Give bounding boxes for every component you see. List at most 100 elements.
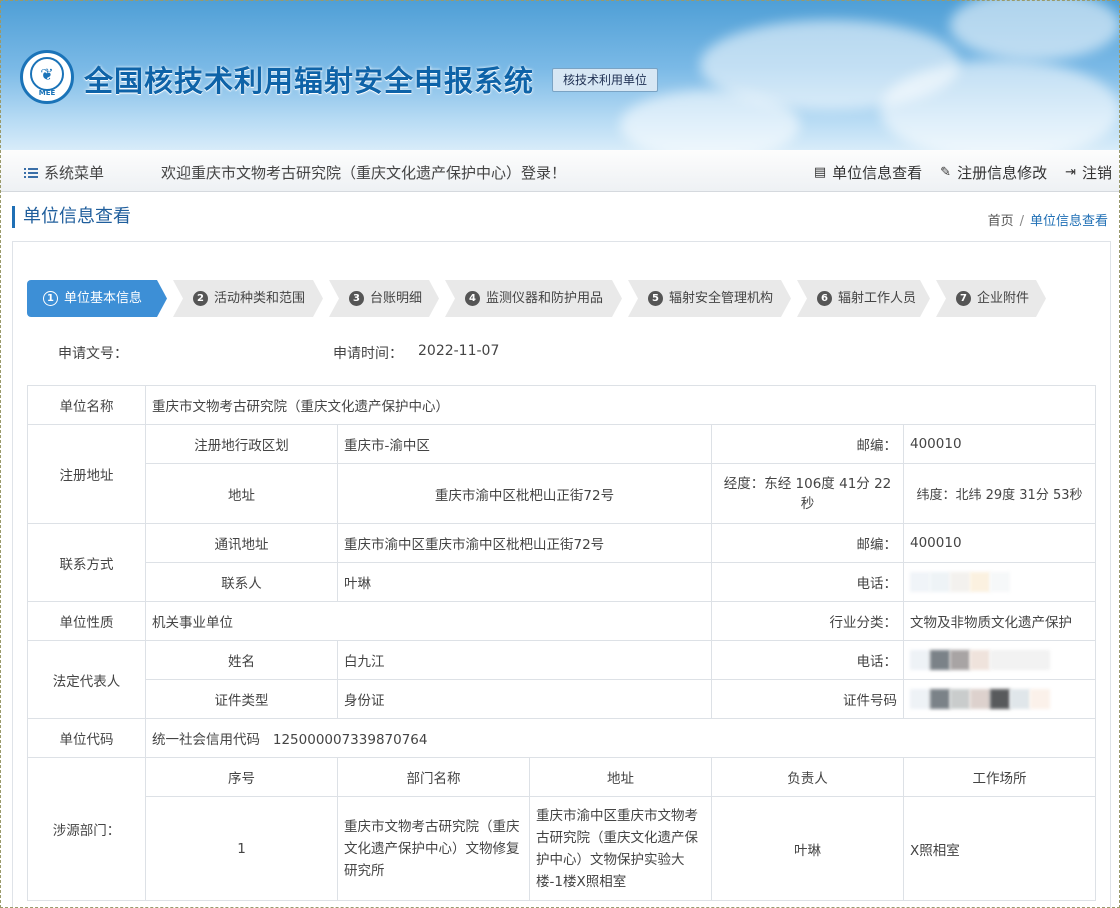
phone-label: 电话： [711, 640, 904, 680]
welcome-message: 欢迎重庆市文物考古研究院（重庆文化遗产保护中心）登录！ [161, 164, 567, 182]
tab-enterprise-attachments[interactable]: 7 企业附件 [936, 280, 1046, 317]
longitude-value: 经度：东经 106度 41分 22秒 [711, 463, 904, 524]
system-title: 全国核技术利用辐射安全申报系统 [84, 64, 535, 98]
table-row: 法定代表人 姓名 白九江 电话： [27, 640, 1096, 719]
edit-registration-label: 注册信息修改 [957, 164, 1048, 182]
unit-code-value: 统一社会信用代码 125000007339870764 [145, 718, 1096, 758]
postcode-label: 邮编： [711, 424, 904, 464]
apply-time-label: 申请时间： [333, 346, 403, 362]
logout-icon: ⇥ [1065, 165, 1076, 180]
logo-text: MEE [38, 89, 56, 97]
address-label: 地址 [145, 463, 338, 524]
contact-person-label: 联系人 [145, 562, 338, 602]
system-menu-button[interactable]: 系统菜单 [24, 162, 104, 183]
unit-info-table: 单位名称 重庆市文物考古研究院（重庆文化遗产保护中心） 注册地址 注册地行政区划… [27, 385, 1096, 901]
id-no-redacted [903, 679, 1096, 719]
dept-row-address: 重庆市渝中区重庆市文物考古研究院（重庆文化遗产保护中心）文物保护实验大楼-1楼X… [529, 796, 712, 901]
apply-time-value: 2022-11-07 [418, 343, 500, 359]
tab-activity-scope[interactable]: 2 活动种类和范围 [173, 280, 323, 317]
step-label: 监测仪器和防护用品 [486, 291, 604, 306]
dept-row-no: 1 [145, 796, 338, 901]
table-row: 1 重庆市文物考古研究院（重庆文化遗产保护中心）文物修复研究所 重庆市渝中区重庆… [28, 796, 1096, 901]
tab-radiation-safety-org[interactable]: 5 辐射安全管理机构 [628, 280, 791, 317]
tab-ledger-detail[interactable]: 3 台账明细 [329, 280, 439, 317]
id-type-label: 证件类型 [145, 679, 338, 719]
dept-header-leader: 负责人 [711, 757, 904, 797]
table-row: 地址 重庆市渝中区枇杷山正街72号 经度：东经 106度 41分 22秒 纬度：… [28, 463, 1096, 524]
dept-header-workplace: 工作场所 [903, 757, 1096, 797]
step-number: 7 [956, 291, 971, 306]
dept-row-leader: 叶琳 [711, 796, 904, 901]
tab-monitoring-equipment[interactable]: 4 监测仪器和防护用品 [445, 280, 622, 317]
tab-unit-basic-info[interactable]: 1 单位基本信息 [27, 280, 167, 317]
pencil-icon: ✎ [940, 165, 952, 180]
step-number: 4 [465, 291, 480, 306]
document-icon: ▤ [813, 165, 827, 180]
page-title: 单位信息查看 [12, 206, 131, 228]
doc-no-label: 申请文号： [58, 346, 128, 362]
legal-name-value: 白九江 [337, 640, 712, 680]
credit-code-value: 125000007339870764 [272, 732, 428, 748]
credit-code-label: 统一社会信用代码 [152, 732, 260, 748]
header-banner: ❦ MEE 全国核技术利用辐射安全申报系统 核技术利用单位 [0, 0, 1120, 150]
mail-address-label: 通讯地址 [145, 523, 338, 563]
step-tabs: 1 单位基本信息 2 活动种类和范围 3 台账明细 4 监测仪器和防护用品 5 … [27, 280, 1052, 317]
logout-link[interactable]: ⇥ 注销 [1065, 162, 1112, 183]
contact-phone-redacted [903, 562, 1096, 602]
logout-label: 注销 [1081, 164, 1112, 182]
legal-rep-label: 法定代表人 [27, 640, 146, 719]
latitude-value: 纬度：北纬 29度 31分 53秒 [903, 463, 1096, 524]
table-row: 注册地址 注册地行政区划 重庆市-渝中区 邮编： 400010 [27, 424, 1096, 524]
breadcrumb-home[interactable]: 首页 [988, 214, 1014, 229]
table-row: 单位性质 机关事业单位 行业分类： 文物及非物质文化遗产保护 [27, 601, 1096, 641]
id-no-label: 证件号码 [711, 679, 904, 719]
table-row: 单位代码 统一社会信用代码 125000007339870764 [27, 718, 1096, 758]
admin-region-value: 重庆市-渝中区 [337, 424, 712, 464]
address-value: 重庆市渝中区枇杷山正街72号 [337, 463, 712, 524]
unit-type-badge: 核技术利用单位 [552, 68, 659, 92]
contact-label: 联系方式 [27, 523, 146, 602]
breadcrumb-current: 单位信息查看 [1029, 214, 1108, 229]
unit-name-label: 单位名称 [27, 385, 146, 425]
postcode-label: 邮编： [711, 523, 904, 563]
table-row: 证件类型 身份证 证件号码 [28, 679, 1096, 719]
dept-header-address: 地址 [529, 757, 712, 797]
dept-row-workplace: X照相室 [903, 796, 1096, 901]
dept-header-no: 序号 [145, 757, 338, 797]
reg-address-label: 注册地址 [27, 424, 146, 524]
dept-row-name: 重庆市文物考古研究院（重庆文化遗产保护中心）文物修复研究所 [337, 796, 530, 901]
step-number: 5 [648, 291, 663, 306]
list-icon [24, 167, 38, 179]
phone-label: 电话： [711, 562, 904, 602]
unit-nature-value: 机关事业单位 [145, 601, 712, 641]
unit-name-value: 重庆市文物考古研究院（重庆文化遗产保护中心） [145, 385, 1096, 425]
dept-header-name: 部门名称 [337, 757, 530, 797]
tab-radiation-workers[interactable]: 6 辐射工作人员 [797, 280, 930, 317]
postcode-value: 400010 [903, 424, 1096, 464]
table-row: 涉源部门： 序号 部门名称 地址 负责人 工作场所 [27, 757, 1096, 901]
mail-address-value: 重庆市渝中区重庆市渝中区枇杷山正街72号 [337, 523, 712, 563]
industry-label: 行业分类： [711, 601, 904, 641]
dept-label: 涉源部门： [27, 757, 146, 901]
unit-code-label: 单位代码 [27, 718, 146, 758]
industry-value: 文物及非物质文化遗产保护 [903, 601, 1096, 641]
step-label: 单位基本信息 [64, 291, 143, 306]
table-row: 联系方式 通讯地址 重庆市渝中区重庆市渝中区枇杷山正街72号 邮编： 40001… [27, 523, 1096, 602]
table-row: 联系人 叶琳 电话： [28, 562, 1096, 602]
edit-registration-link[interactable]: ✎ 注册信息修改 [940, 162, 1047, 183]
postcode-value: 400010 [903, 523, 1096, 563]
step-label: 活动种类和范围 [214, 291, 306, 306]
system-menu-label: 系统菜单 [44, 164, 105, 182]
id-type-value: 身份证 [337, 679, 712, 719]
step-number: 6 [817, 291, 832, 306]
legal-phone-redacted [903, 640, 1096, 680]
step-label: 辐射安全管理机构 [669, 291, 774, 306]
step-label: 辐射工作人员 [838, 291, 917, 306]
view-unit-info-label: 单位信息查看 [832, 164, 923, 182]
view-unit-info-link[interactable]: ▤ 单位信息查看 [814, 162, 922, 183]
table-row: 单位名称 重庆市文物考古研究院（重庆文化遗产保护中心） [27, 385, 1096, 425]
top-navbar: 系统菜单 欢迎重庆市文物考古研究院（重庆文化遗产保护中心）登录！ ▤ 单位信息查… [0, 150, 1120, 192]
step-number: 1 [43, 291, 58, 306]
name-label: 姓名 [145, 640, 338, 680]
unit-nature-label: 单位性质 [27, 601, 146, 641]
